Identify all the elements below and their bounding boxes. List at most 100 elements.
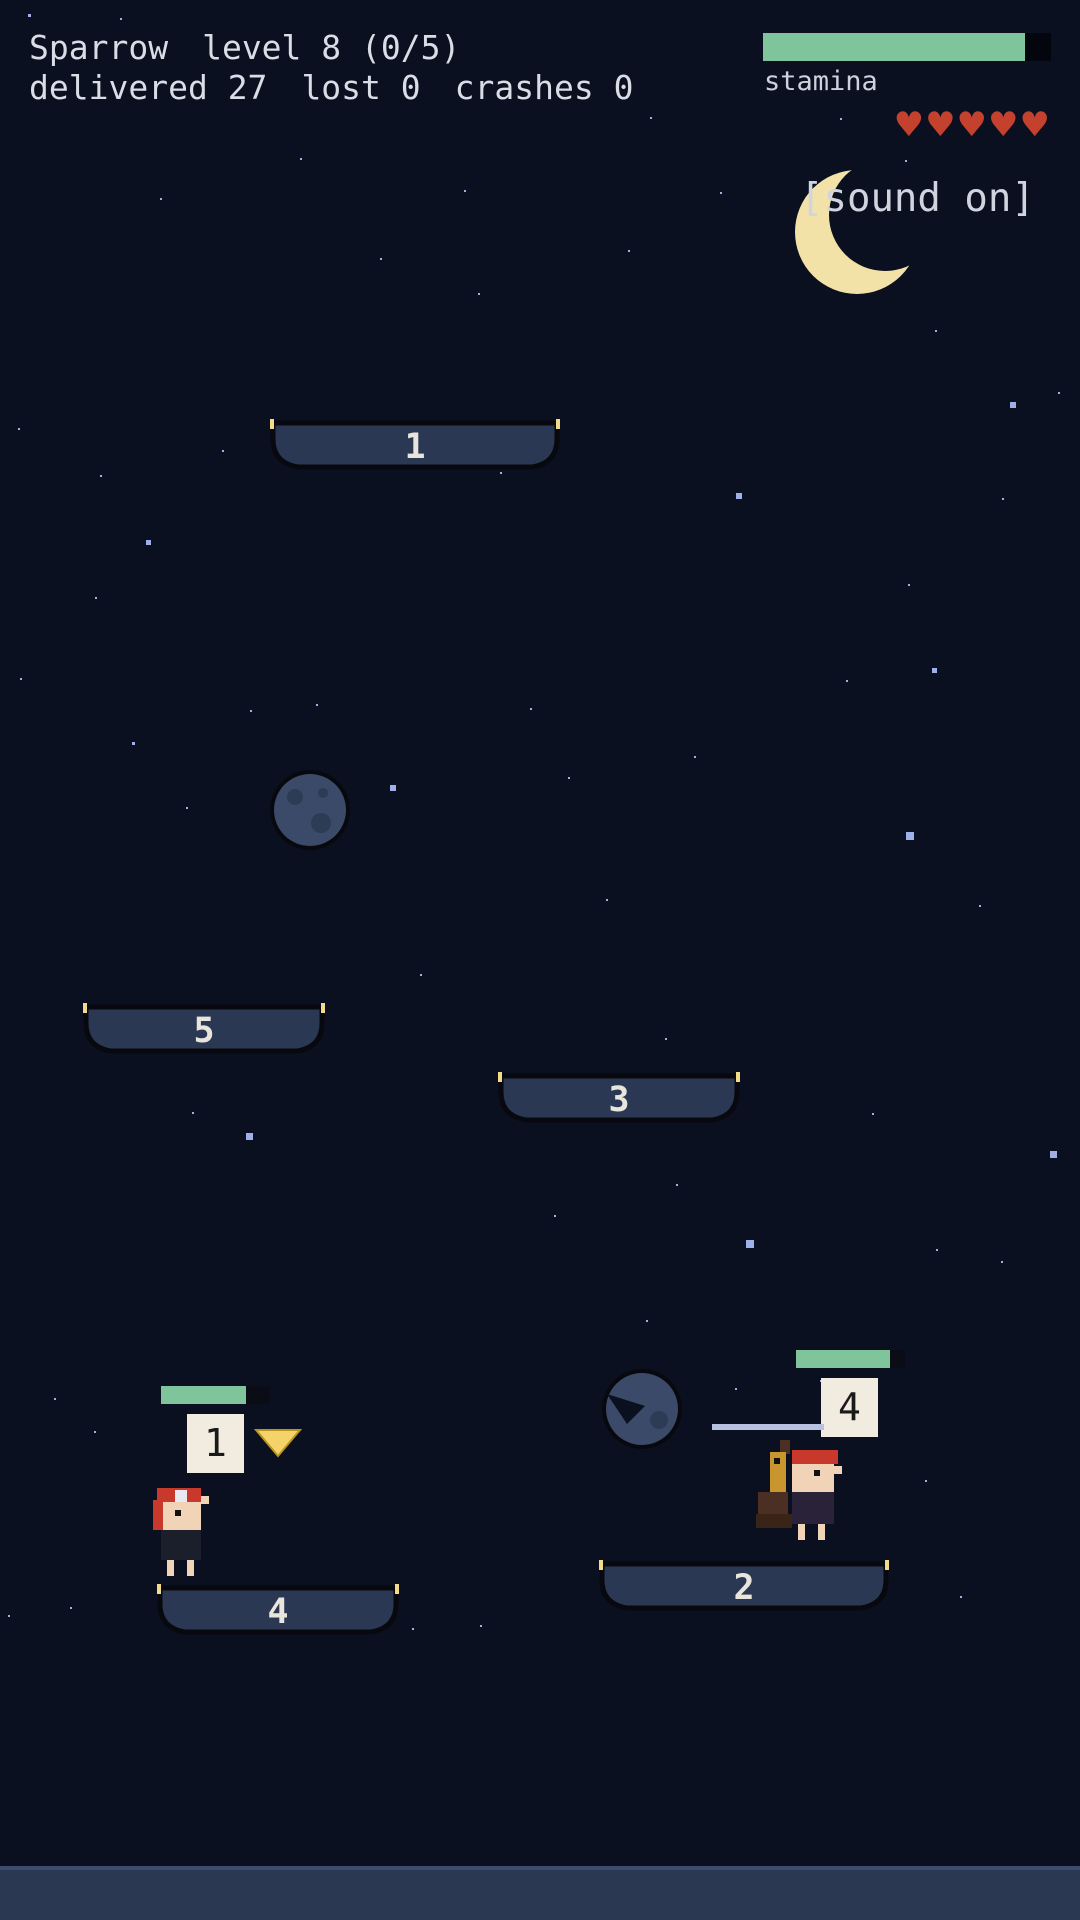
- game-stage[interactable]: Sparrow level 8 (0/5) delivered 27 lost 0c…: [0, 0, 1080, 1920]
- star: [736, 493, 742, 499]
- star: [192, 1112, 194, 1114]
- customer-patience-fill: [796, 1350, 890, 1368]
- star: [95, 597, 97, 599]
- customer-patience-bar: [161, 1386, 270, 1404]
- platform-number: 2: [733, 1568, 755, 1608]
- star: [94, 1431, 96, 1433]
- star: [20, 678, 22, 680]
- star: [606, 899, 608, 901]
- ground-floor: [0, 1866, 1080, 1920]
- platform-number: 1: [404, 427, 426, 467]
- star: [694, 756, 696, 758]
- meteor-rock-icon: [270, 770, 350, 850]
- star: [1058, 392, 1060, 394]
- star: [28, 14, 31, 17]
- platform-3: 3: [498, 1072, 740, 1124]
- star: [1001, 1261, 1003, 1263]
- customer-character: [153, 1488, 209, 1576]
- star: [18, 428, 20, 430]
- heart-icon: ♥: [925, 105, 956, 145]
- star: [908, 584, 910, 586]
- star: [554, 1215, 556, 1217]
- star: [8, 1615, 10, 1617]
- star: [720, 192, 722, 194]
- lost-label: lost: [301, 68, 381, 107]
- bird-trail: [712, 1424, 824, 1430]
- star: [412, 1628, 414, 1630]
- heart-icon: ♥: [988, 105, 1019, 145]
- platform-5: 5: [83, 1003, 325, 1055]
- stamina-bar: [763, 33, 1051, 61]
- star: [735, 1388, 737, 1390]
- platform-number: 5: [193, 1011, 215, 1051]
- star: [480, 1625, 482, 1627]
- stamina-label: stamina: [764, 66, 878, 97]
- star: [979, 905, 981, 907]
- customer-patience-bar: [796, 1350, 905, 1368]
- star: [650, 117, 652, 119]
- level-indicator: level 8 (0/5): [202, 28, 461, 67]
- star: [646, 1320, 648, 1322]
- star: [935, 330, 937, 332]
- star: [665, 1038, 667, 1040]
- star: [925, 1480, 927, 1482]
- star: [160, 198, 162, 200]
- platform-4: 4: [157, 1584, 399, 1636]
- hud-status-line: Sparrow level 8 (0/5): [29, 28, 460, 68]
- star: [380, 258, 382, 260]
- star: [500, 472, 502, 474]
- star: [746, 1240, 754, 1248]
- delivered-label: delivered: [29, 68, 208, 107]
- star: [390, 785, 396, 791]
- star: [146, 540, 151, 545]
- star: [840, 118, 842, 120]
- parcel-request-tag: 4: [821, 1378, 878, 1437]
- platform-number: 4: [267, 1592, 289, 1632]
- star: [478, 293, 480, 295]
- lives-hearts: ♥ ♥ ♥ ♥ ♥: [894, 108, 1050, 142]
- star: [132, 742, 135, 745]
- customer-patience-fill: [161, 1386, 247, 1404]
- heart-icon: ♥: [956, 105, 988, 145]
- star: [628, 250, 630, 252]
- star: [1010, 402, 1016, 408]
- star: [936, 1249, 938, 1251]
- star: [54, 1398, 56, 1400]
- star: [960, 1596, 962, 1598]
- star: [250, 710, 252, 712]
- star: [932, 668, 937, 673]
- star: [676, 1184, 678, 1186]
- parcel-request-tag: 1: [187, 1414, 244, 1473]
- star: [906, 832, 914, 840]
- star: [70, 1607, 72, 1609]
- down-triangle-icon: [254, 1429, 302, 1458]
- crashes-count: 0: [613, 68, 634, 107]
- heart-icon: ♥: [1019, 105, 1050, 145]
- star: [872, 1113, 874, 1115]
- star: [420, 974, 422, 976]
- meteor-rock-icon: [602, 1369, 682, 1449]
- lost-count: 0: [400, 68, 421, 107]
- platform-1: 1: [270, 419, 560, 471]
- star: [530, 708, 532, 710]
- platform-number: 3: [608, 1080, 630, 1120]
- sound-toggle-button[interactable]: [sound on]: [800, 176, 1035, 221]
- delivered-count: 27: [227, 68, 268, 107]
- star: [905, 160, 907, 162]
- star: [1002, 498, 1004, 500]
- star: [1050, 1151, 1057, 1158]
- platform-2: 2: [599, 1560, 889, 1612]
- hud-score-line: delivered 27 lost 0 crashes 0: [29, 68, 634, 108]
- star: [222, 450, 224, 452]
- stamina-bar-fill: [763, 33, 1026, 61]
- star: [300, 158, 302, 160]
- courier-bird-with-customer: [756, 1440, 842, 1540]
- crashes-label: crashes: [454, 68, 594, 107]
- star: [316, 704, 318, 706]
- star: [100, 475, 102, 477]
- star: [186, 807, 188, 809]
- star: [846, 680, 848, 682]
- star: [246, 1133, 253, 1140]
- star: [120, 18, 122, 20]
- heart-icon: ♥: [893, 105, 925, 145]
